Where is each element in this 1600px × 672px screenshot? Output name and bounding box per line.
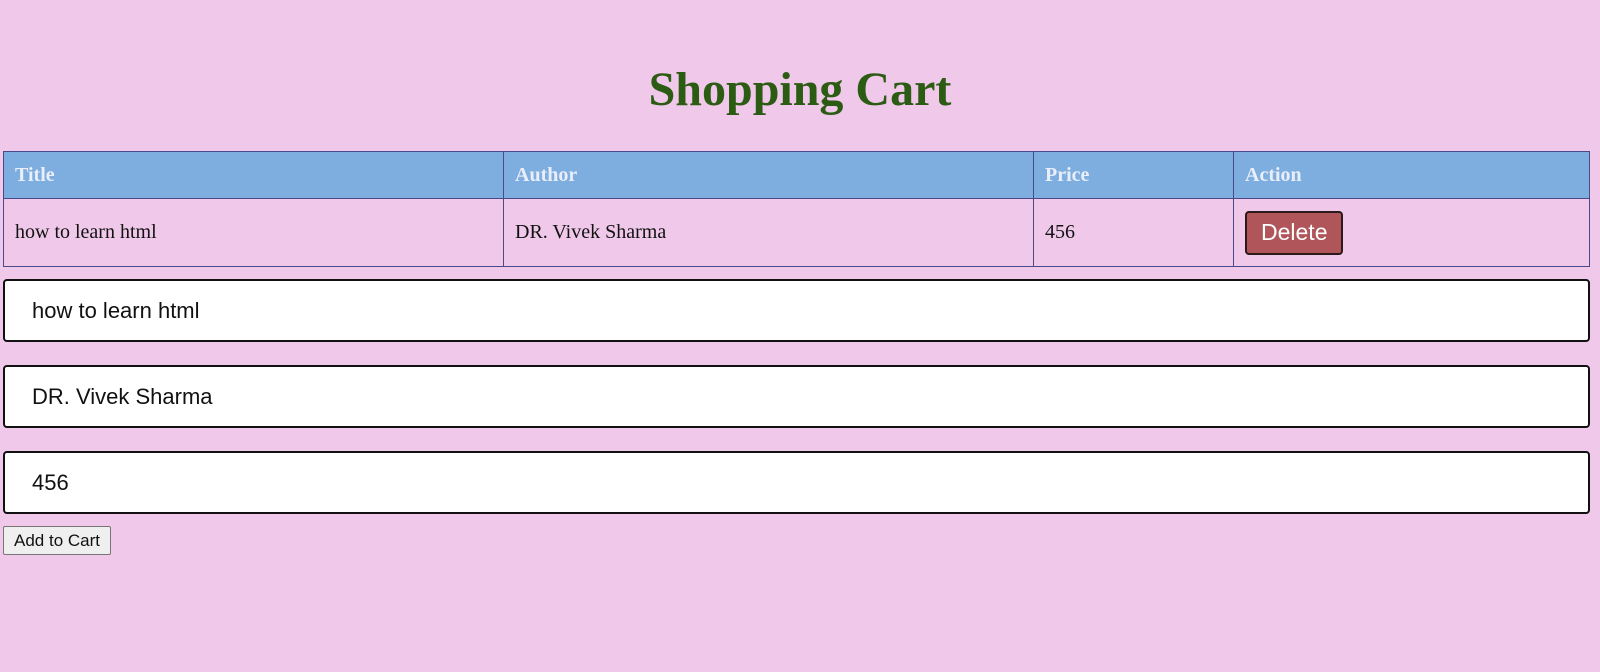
header-row: Title Author Price Action xyxy=(3,151,1590,199)
title-input[interactable] xyxy=(3,279,1590,342)
cart-table: Title Author Price Action how to learn h… xyxy=(3,151,1590,267)
cart-table-body: how to learn html DR. Vivek Sharma 456 D… xyxy=(3,198,1590,267)
page-title: Shopping Cart xyxy=(648,63,952,116)
author-input[interactable] xyxy=(3,365,1590,428)
cell-author: DR. Vivek Sharma xyxy=(503,198,1034,267)
column-header-title: Title xyxy=(3,151,504,199)
delete-button[interactable]: Delete xyxy=(1245,210,1344,255)
cart-table-header: Title Author Price Action xyxy=(3,151,1590,199)
column-header-price: Price xyxy=(1033,151,1234,199)
page: Shopping Cart Title Author Price Action … xyxy=(0,0,1600,672)
add-to-cart-button[interactable]: Add to Cart xyxy=(3,526,111,555)
cell-title: how to learn html xyxy=(3,198,504,267)
table-row: how to learn html DR. Vivek Sharma 456 D… xyxy=(3,198,1590,267)
column-header-author: Author xyxy=(503,151,1034,199)
cell-action: Delete xyxy=(1233,198,1590,267)
price-input[interactable] xyxy=(3,451,1590,514)
column-header-action: Action xyxy=(1233,151,1590,199)
cell-price: 456 xyxy=(1033,198,1234,267)
